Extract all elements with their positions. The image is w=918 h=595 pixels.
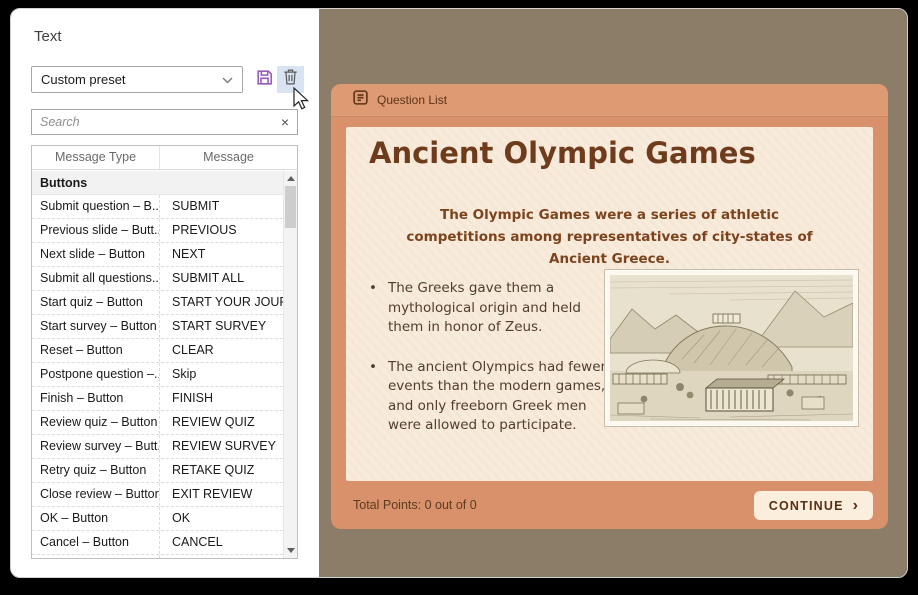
scrollbar-thumb[interactable] [285, 186, 296, 228]
table-body: Buttons Submit question – B... SUBMIT Pr… [32, 171, 283, 558]
cell-message[interactable]: REVIEW SURVEY [160, 435, 283, 458]
cell-message[interactable]: Skip [160, 363, 283, 386]
table-section-buttons: Buttons [32, 171, 283, 195]
save-preset-button[interactable] [251, 66, 278, 93]
table-row[interactable]: Cancel – Button CANCEL [32, 531, 283, 555]
table-row[interactable]: Next slide – Button NEXT [32, 243, 283, 267]
search-box: × [31, 109, 298, 135]
app-window: Text Custom preset [10, 8, 908, 578]
table-row[interactable]: Submit question – B... SUBMIT [32, 195, 283, 219]
table-scrollbar[interactable] [283, 171, 297, 558]
table-row[interactable]: OK – Button OK [32, 507, 283, 531]
bullet-item: • The Greeks gave them a mythological or… [369, 279, 607, 338]
table-row[interactable]: Previous slide – Butt... PREVIOUS [32, 219, 283, 243]
cell-message-type[interactable]: Retry quiz – Button [32, 459, 160, 482]
preset-dropdown[interactable]: Custom preset [31, 66, 243, 93]
cell-message-type[interactable]: OK – Button [32, 507, 160, 530]
cell-message[interactable]: CANCEL [160, 531, 283, 554]
table-header: Message Type Message [32, 146, 297, 170]
cell-message[interactable]: PREVIOUS [160, 219, 283, 242]
cell-message-type[interactable]: Next slide – Button [32, 243, 160, 266]
cell-message-type[interactable]: Submit question – B... [32, 195, 160, 218]
table-row[interactable]: Review survey – Butt... REVIEW SURVEY [32, 435, 283, 459]
search-clear-icon[interactable]: × [273, 114, 297, 130]
question-list-icon[interactable] [353, 90, 368, 110]
cell-message-type[interactable]: Finish – Button [32, 387, 160, 410]
bullet-icon: • [369, 279, 377, 338]
table-row-partial [32, 555, 283, 558]
cell-message[interactable]: CLEAR [160, 339, 283, 362]
continue-button[interactable]: CONTINUE › [754, 491, 873, 520]
table-row[interactable]: Finish – Button FINISH [32, 387, 283, 411]
engraving-illustration [610, 275, 853, 421]
cell-message[interactable]: RETAKE QUIZ [160, 459, 283, 482]
table-row[interactable]: Retry quiz – Button RETAKE QUIZ [32, 459, 283, 483]
panel-title: Text [34, 28, 62, 45]
olympia-engraving-image [604, 269, 859, 427]
cell-message[interactable]: REVIEW QUIZ [160, 411, 283, 434]
cell-message-type[interactable]: Review quiz – Button [32, 411, 160, 434]
search-input[interactable] [32, 115, 273, 129]
scroll-down-icon[interactable] [287, 548, 295, 553]
chevron-right-icon: › [853, 497, 858, 515]
slide: Ancient Olympic Games The Olympic Games … [346, 127, 873, 481]
cell-message-type[interactable]: Submit all questions... [32, 267, 160, 290]
table-row[interactable]: Postpone question –... Skip [32, 363, 283, 387]
slide-title: Ancient Olympic Games [369, 136, 756, 170]
save-icon [255, 68, 274, 92]
bullet-list: • The Greeks gave them a mythological or… [369, 279, 607, 456]
cell-message-type[interactable]: Previous slide – Butt... [32, 219, 160, 242]
table-row[interactable]: Review quiz – Button REVIEW QUIZ [32, 411, 283, 435]
cell-message[interactable]: START YOUR JOURNEY [160, 291, 283, 314]
text-settings-panel: Text Custom preset [11, 9, 319, 577]
continue-button-label: CONTINUE [769, 499, 844, 513]
cell-message-type[interactable]: Close review – Button [32, 483, 160, 506]
preview-background: Question List Ancient Olympic Games The … [319, 9, 907, 577]
cell-message[interactable]: SUBMIT [160, 195, 283, 218]
column-header-message-type: Message Type [32, 146, 160, 169]
cell-message[interactable]: OK [160, 507, 283, 530]
preset-dropdown-value: Custom preset [41, 72, 222, 87]
table-row[interactable]: Start survey – Button START SURVEY [32, 315, 283, 339]
cell-message[interactable]: FINISH [160, 387, 283, 410]
delete-preset-button[interactable] [277, 66, 304, 93]
total-points-label: Total Points: 0 out of 0 [353, 498, 477, 512]
cell-message-type[interactable]: Cancel – Button [32, 531, 160, 554]
bullet-text: The Greeks gave them a mythological orig… [388, 279, 607, 338]
scroll-up-icon[interactable] [287, 176, 295, 181]
table-row[interactable]: Submit all questions... SUBMIT ALL [32, 267, 283, 291]
trash-icon [282, 68, 299, 91]
cell-message-type[interactable]: Start survey – Button [32, 315, 160, 338]
cell-message-type[interactable]: Reset – Button [32, 339, 160, 362]
screen: Text Custom preset [0, 0, 918, 595]
table-row[interactable]: Close review – Button EXIT REVIEW [32, 483, 283, 507]
bullet-icon: • [369, 358, 377, 436]
cell-message-type[interactable]: Postpone question –... [32, 363, 160, 386]
quiz-player-preview: Question List Ancient Olympic Games The … [331, 84, 888, 529]
chevron-down-icon [222, 71, 233, 89]
table-row[interactable]: Start quiz – Button START YOUR JOURNEY [32, 291, 283, 315]
table-row[interactable]: Reset – Button CLEAR [32, 339, 283, 363]
cell-message-type[interactable]: Start quiz – Button [32, 291, 160, 314]
cell-message[interactable]: START SURVEY [160, 315, 283, 338]
question-list-label[interactable]: Question List [377, 93, 447, 107]
player-header: Question List [331, 84, 888, 117]
column-header-message: Message [160, 146, 297, 169]
cell-message[interactable]: NEXT [160, 243, 283, 266]
cell-message[interactable]: EXIT REVIEW [160, 483, 283, 506]
bullet-item: • The ancient Olympics had fewer events … [369, 358, 607, 436]
message-table: Message Type Message Buttons Submit ques… [31, 145, 298, 559]
player-footer: Total Points: 0 out of 0 CONTINUE › [331, 481, 888, 529]
cell-message[interactable]: SUBMIT ALL [160, 267, 283, 290]
slide-intro-text: The Olympic Games were a series of athle… [404, 204, 815, 270]
cell-message-type[interactable]: Review survey – Butt... [32, 435, 160, 458]
bullet-text: The ancient Olympics had fewer events th… [388, 358, 607, 436]
